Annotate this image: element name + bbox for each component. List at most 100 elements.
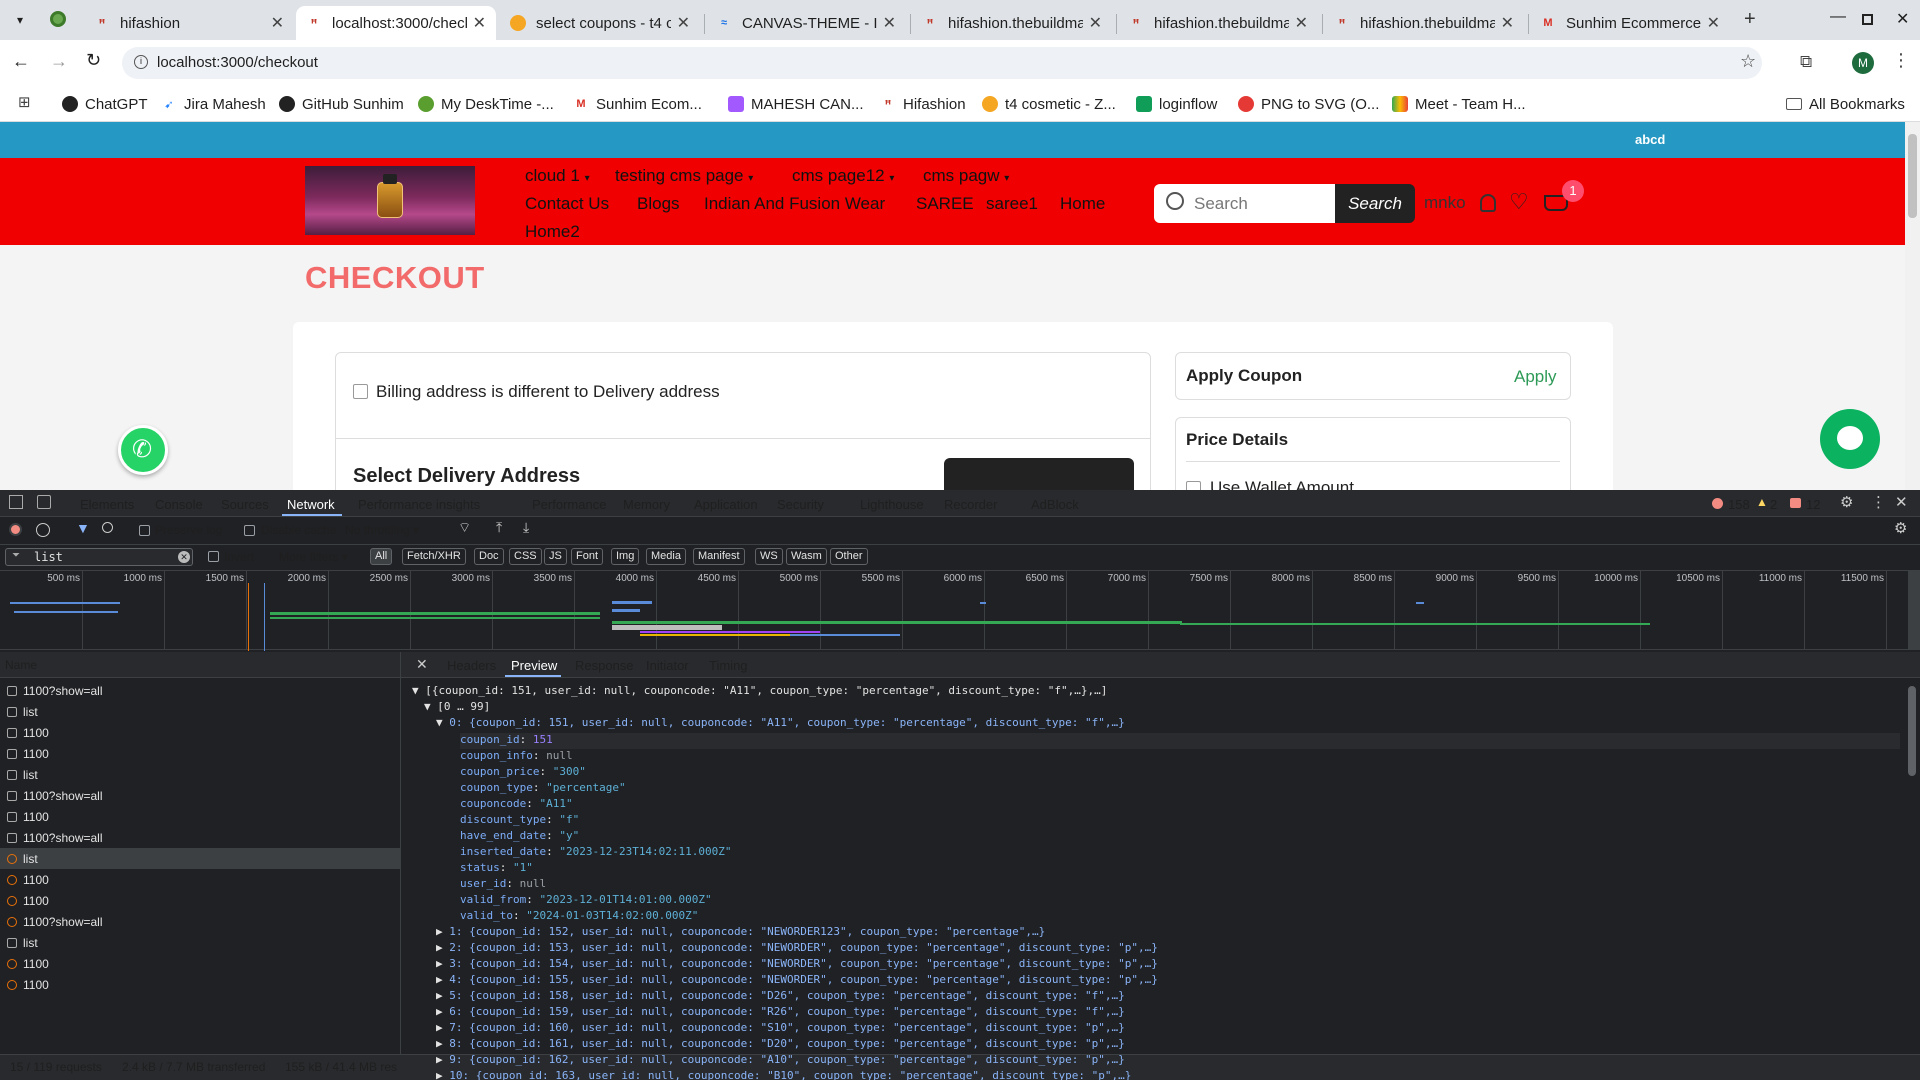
nav-cms-page12[interactable]: cms page12 ▾ <box>792 166 894 186</box>
site-search-input[interactable]: Search <box>1154 184 1337 223</box>
bookmark-meet[interactable]: Meet - Team H... <box>1392 91 1526 117</box>
close-tab-icon[interactable]: ✕ <box>1707 13 1720 33</box>
request-row[interactable]: list <box>0 701 400 722</box>
json-field-line[interactable]: user_id: null <box>460 877 546 893</box>
devtools-menu-icon[interactable]: ⋮ <box>1871 493 1886 511</box>
restore-icon[interactable] <box>1862 14 1873 25</box>
filter-fetch-xhr[interactable]: Fetch/XHR <box>402 548 466 565</box>
tab-1[interactable]: ꟸ hifashion ✕ <box>84 6 294 40</box>
extensions-icon[interactable]: ⧉ <box>1800 52 1812 72</box>
json-root-line[interactable]: ▼ [{coupon_id: 151, user_id: null, coupo… <box>412 684 1107 700</box>
json-field-line[interactable]: discount_type: "f" <box>460 813 579 829</box>
throttling-select[interactable]: No throttling ▾ <box>345 523 419 537</box>
bookmark-png-svg[interactable]: PNG to SVG (O... <box>1238 91 1379 117</box>
detail-tab-initiator[interactable]: Initiator <box>646 658 689 673</box>
request-row[interactable]: 1100?show=all <box>0 911 400 932</box>
json-field-line[interactable]: coupon_id: 151 <box>460 733 1900 749</box>
bookmark-star-icon[interactable]: ☆ <box>1740 51 1756 72</box>
devtools-tab-performance[interactable]: Performance <box>532 497 606 512</box>
nav-cms-pagw[interactable]: cms pagw ▾ <box>923 166 1009 186</box>
bookmark-jira[interactable]: ➹ Jira Mahesh <box>161 91 265 117</box>
filter-css[interactable]: CSS <box>509 548 542 565</box>
json-field-line[interactable]: couponcode: "A11" <box>460 797 573 813</box>
invert-checkbox[interactable] <box>208 551 219 562</box>
devtools-tab-memory[interactable]: Memory <box>623 497 670 512</box>
json-collapsed-item[interactable]: ▶ 5: {coupon_id: 158, user_id: null, cou… <box>436 989 1125 1005</box>
devtools-tab-console[interactable]: Console <box>155 497 203 512</box>
request-row[interactable]: 1100 <box>0 953 400 974</box>
nav-blogs[interactable]: Blogs <box>637 194 680 214</box>
detail-tab-timing[interactable]: Timing <box>709 658 748 673</box>
request-row[interactable]: 1100 <box>0 974 400 995</box>
pinned-tab[interactable] <box>50 11 66 27</box>
apps-grid-icon[interactable]: ⊞ <box>18 93 31 111</box>
bookmark-hifashion[interactable]: ꟸ Hifashion <box>880 91 966 117</box>
json-item-0[interactable]: ▼ 0: {coupon_id: 151, user_id: null, cou… <box>436 716 1125 732</box>
json-collapsed-item[interactable]: ▶ 3: {coupon_id: 154, user_id: null, cou… <box>436 957 1158 973</box>
nav-cloud-1[interactable]: cloud 1 ▾ <box>525 166 590 186</box>
add-address-button[interactable] <box>944 458 1134 490</box>
devtools-tab-network[interactable]: Network <box>287 497 335 512</box>
whatsapp-button[interactable]: ✆ <box>118 425 168 475</box>
search-icon[interactable] <box>102 522 113 533</box>
clear-icon[interactable] <box>36 523 50 537</box>
apply-coupon-button[interactable]: Apply <box>1514 367 1557 387</box>
devtools-tab-elements[interactable]: Elements <box>80 497 134 512</box>
forward-icon[interactable]: → <box>50 51 68 72</box>
request-row[interactable]: 1100 <box>0 722 400 743</box>
export-har-icon[interactable]: ⤓ <box>523 519 529 536</box>
tab-6[interactable]: ꟸ hifashion.thebuildmart ✕ <box>1118 6 1318 40</box>
bookmark-github[interactable]: GitHub Sunhim <box>279 91 404 117</box>
user-icon[interactable] <box>1480 194 1496 212</box>
network-settings-icon[interactable]: ⚙ <box>1894 519 1907 537</box>
error-count[interactable]: 158 <box>1728 497 1750 512</box>
filter-ws[interactable]: WS <box>755 548 783 565</box>
bookmark-chatgpt[interactable]: ChatGPT <box>62 91 148 117</box>
json-field-line[interactable]: inserted_date: "2023-12-23T14:02:11.000Z… <box>460 845 732 861</box>
json-collapsed-item[interactable]: ▶ 4: {coupon_id: 155, user_id: null, cou… <box>436 973 1158 989</box>
close-tab-icon[interactable]: ✕ <box>883 13 896 33</box>
json-collapsed-item[interactable]: ▶ 7: {coupon_id: 160, user_id: null, cou… <box>436 1021 1125 1037</box>
json-field-line[interactable]: coupon_price: "300" <box>460 765 586 781</box>
tab-search-button[interactable]: ▾ <box>10 10 30 30</box>
filter-font[interactable]: Font <box>571 548 604 565</box>
request-row[interactable]: 1100?show=all <box>0 680 400 701</box>
import-har-icon[interactable]: ⤒ <box>496 519 502 536</box>
all-bookmarks[interactable]: All Bookmarks <box>1786 91 1905 117</box>
filter-other[interactable]: Other <box>830 548 868 565</box>
request-row[interactable]: 1100 <box>0 806 400 827</box>
json-field-line[interactable]: have_end_date: "y" <box>460 829 579 845</box>
reload-icon[interactable]: ↻ <box>86 50 101 71</box>
filter-img[interactable]: Img <box>611 548 640 565</box>
request-row[interactable]: 1100?show=all <box>0 785 400 806</box>
json-collapsed-item[interactable]: ▶ 9: {coupon_id: 162, user_id: null, cou… <box>436 1053 1125 1069</box>
devtools-tab-recorder[interactable]: Recorder <box>944 497 997 512</box>
nav-home[interactable]: Home <box>1060 194 1105 214</box>
issues-count[interactable]: 12 <box>1806 497 1820 512</box>
tab-7[interactable]: ꟸ hifashion.thebuildmart ✕ <box>1324 6 1524 40</box>
detail-tab-headers[interactable]: Headers <box>447 658 496 673</box>
close-tab-icon[interactable]: ✕ <box>1295 13 1308 33</box>
filter-wasm[interactable]: Wasm <box>786 548 827 565</box>
url-text[interactable]: localhost:3000/checkout <box>157 54 318 71</box>
devtools-tab-adblock[interactable]: AdBlock <box>1031 497 1079 512</box>
warning-count[interactable]: 2 <box>1770 497 1777 512</box>
preserve-log-checkbox[interactable] <box>139 525 150 536</box>
json-range-line[interactable]: ▼ [0 … 99] <box>424 700 490 716</box>
request-row[interactable]: list <box>0 932 400 953</box>
bookmark-desktime[interactable]: My DeskTime -... <box>418 91 554 117</box>
nav-indian-fusion[interactable]: Indian And Fusion Wear <box>704 194 885 214</box>
close-tab-icon[interactable]: ✕ <box>677 13 690 33</box>
request-row[interactable]: list <box>0 764 400 785</box>
inspect-element-icon[interactable] <box>9 495 23 509</box>
site-search-button[interactable]: Search <box>1335 184 1415 223</box>
bookmark-loginflow[interactable]: loginflow <box>1136 91 1217 117</box>
tab-3[interactable]: select coupons - t4 cosmetic ✕ <box>500 6 700 40</box>
tab-8[interactable]: M Sunhim Ecommerce ✕ <box>1530 6 1730 40</box>
devtools-tab-lighthouse[interactable]: Lighthouse <box>860 497 924 512</box>
new-tab-icon[interactable]: + <box>1744 8 1756 31</box>
filter-manifest[interactable]: Manifest <box>693 548 745 565</box>
close-tab-icon[interactable]: ✕ <box>1501 13 1514 33</box>
billing-checkbox[interactable] <box>353 384 368 399</box>
nav-contact-us[interactable]: Contact Us <box>525 194 609 214</box>
